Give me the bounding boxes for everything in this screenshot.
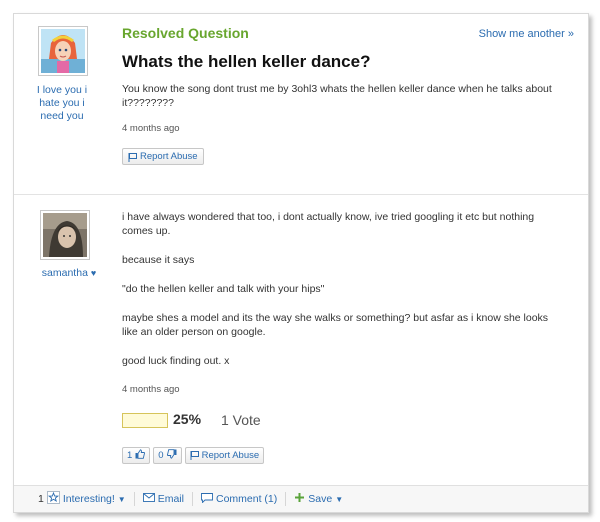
interesting-button[interactable]: 1 Interesting! ▼ [30, 491, 135, 507]
question-toolbar: 1 Interesting! ▼ Email Comment (1) Save … [14, 485, 588, 512]
rating-buttons: 1 0 Report Abuse [122, 447, 265, 464]
question-page: I love you i hate you i need you Resolve… [13, 13, 589, 513]
asker-avatar-image [41, 29, 85, 73]
section-divider [14, 194, 588, 195]
vote-percent: 25% [173, 411, 202, 427]
save-button[interactable]: Save ▼ [286, 492, 351, 506]
asker-name[interactable]: I love you i hate you i need you [32, 84, 92, 123]
question-body: You know the song dont trust me by 3ohl3… [122, 83, 552, 109]
answer-paragraph: because it says [122, 254, 195, 266]
comment-button[interactable]: Comment (1) [193, 492, 287, 506]
interesting-count: 1 [38, 493, 44, 505]
thumbs-up-icon [135, 449, 146, 462]
interesting-label: Interesting! [62, 493, 115, 505]
vote-percent-bar [122, 413, 168, 428]
answerer-name-row[interactable]: samantha ♥ [34, 267, 104, 280]
flag-icon [190, 451, 199, 460]
answer-paragraph: i have always wondered that too, i dont … [122, 211, 535, 237]
chevron-down-icon: ▼ [335, 494, 344, 504]
thumbs-up-count: 1 [127, 450, 133, 461]
envelope-icon [142, 493, 155, 505]
answerer-avatar[interactable] [40, 210, 90, 260]
chevron-down-icon: ▼ [117, 494, 126, 504]
answer-time: 4 months ago [122, 384, 180, 395]
question-report-abuse-button[interactable]: Report Abuse [122, 148, 204, 165]
star-icon [46, 491, 60, 507]
answer-body: i have always wondered that too, i dont … [122, 210, 562, 383]
thumbs-down-button[interactable]: 0 [153, 447, 182, 464]
answer-paragraph: good luck finding out. x [122, 355, 230, 367]
thumbs-down-count: 0 [158, 450, 164, 461]
flag-icon [128, 152, 137, 162]
email-label: Email [157, 493, 184, 505]
thumbs-up-button[interactable]: 1 [122, 447, 151, 464]
answer-paragraph: "do the hellen keller and talk with your… [122, 283, 325, 295]
thumbs-down-icon [166, 449, 177, 462]
answer-report-abuse-button[interactable]: Report Abuse [184, 447, 265, 464]
comment-label: Comment (1) [215, 493, 278, 505]
comment-icon [201, 492, 213, 506]
report-abuse-label: Report Abuse [140, 151, 198, 162]
email-button[interactable]: Email [135, 492, 193, 506]
show-another-link[interactable]: Show me another » [479, 28, 574, 40]
answerer-avatar-image [43, 213, 87, 257]
question-time: 4 months ago [122, 123, 180, 134]
report-abuse-label: Report Abuse [201, 450, 260, 461]
asker-avatar[interactable] [38, 26, 88, 76]
question-title: Whats the hellen keller dance? [122, 52, 371, 71]
plus-icon [294, 492, 305, 506]
answerer-name[interactable]: samantha [42, 267, 88, 279]
answer-paragraph: maybe shes a model and its the way she w… [122, 312, 549, 338]
heart-icon: ♥ [90, 268, 97, 278]
resolved-status: Resolved Question [122, 25, 249, 41]
save-label: Save [308, 493, 333, 505]
vote-count: 1 Vote [221, 412, 261, 428]
